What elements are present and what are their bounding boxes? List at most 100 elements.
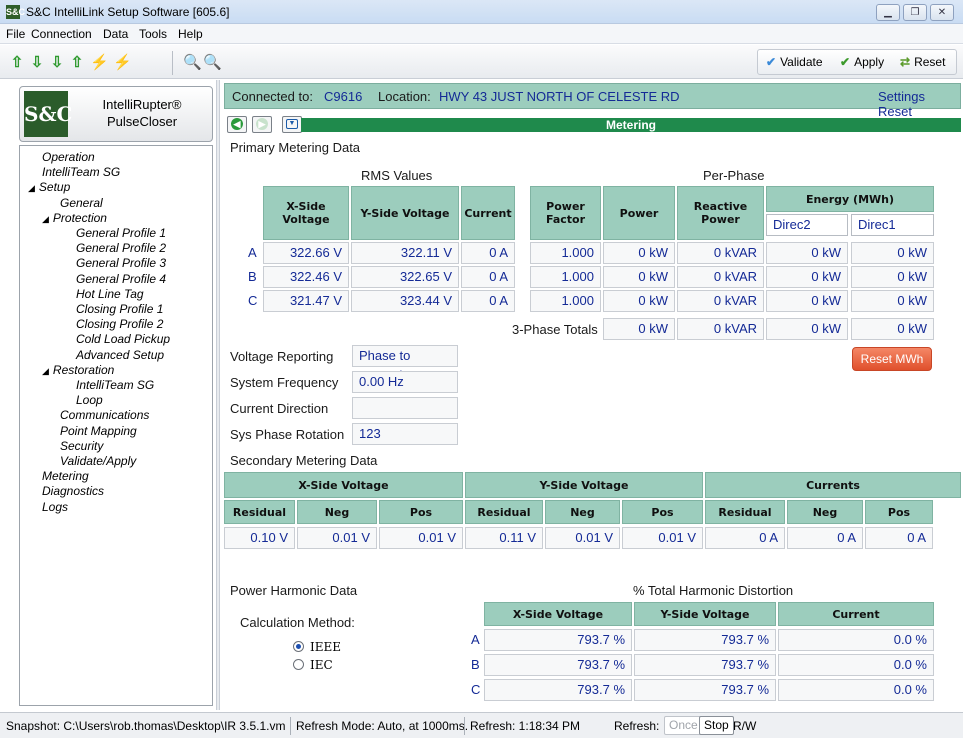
primary-rp-cell: 0 kVAR [677, 266, 764, 288]
title-bar: S&C S&C IntelliLink Setup Software [605.… [0, 0, 963, 24]
upload-settings-icon[interactable]: ⇧ [68, 53, 86, 73]
nav-item-general-profile-4[interactable]: General Profile 4 [76, 272, 166, 287]
nav-item-closing-profile-2[interactable]: Closing Profile 2 [76, 317, 163, 332]
menu-file[interactable]: File [6, 27, 25, 41]
secondary-group-header: X-Side Voltage [224, 472, 463, 498]
calculation-method-label: Calculation Method: [240, 615, 355, 630]
secondary-value-cell: 0.01 V [379, 527, 463, 549]
search-clear-icon[interactable]: 🔍 [203, 53, 222, 73]
disconnect-icon[interactable]: ⚡ [113, 53, 132, 73]
ieee-label: IEEE [310, 640, 342, 654]
primary-pw-cell: 0 kW [603, 290, 675, 312]
validate-button[interactable]: ✔ Validate [766, 55, 823, 69]
secondary-value-cell: 0.11 V [465, 527, 543, 549]
primary-xv-cell: 321.47 V [263, 290, 349, 312]
page-title: Metering [301, 118, 961, 132]
back-button[interactable]: ◀ [227, 116, 247, 133]
reset-button[interactable]: ⇄ Reset [900, 55, 945, 69]
nav-item-intelliteam-sg[interactable]: IntelliTeam SG [76, 378, 154, 393]
status-separator [290, 717, 291, 735]
nav-item-label: Hot Line Tag [76, 286, 144, 301]
nav-item-diagnostics[interactable]: Diagnostics [42, 484, 104, 499]
nav-item-setup[interactable]: ◢ Setup [28, 180, 70, 196]
forward-arrow-icon: ▶ [256, 118, 268, 130]
nav-item-label: General [60, 195, 103, 210]
nav-item-label: General Profile 4 [76, 271, 167, 286]
nav-item-label: General Profile 2 [76, 241, 167, 256]
restore-button[interactable]: ❐ [903, 4, 927, 21]
primary-pf-cell: 1.000 [530, 242, 601, 264]
forward-button[interactable]: ▶ [252, 116, 272, 133]
status-snapshot: Snapshot: C:\Users\rob.thomas\Desktop\IR… [6, 719, 286, 733]
harmonic-phase-label: A [471, 632, 480, 647]
nav-item-general-profile-2[interactable]: General Profile 2 [76, 241, 166, 256]
connection-bar: Connected to: C9616 Location: HWY 43 JUS… [224, 83, 961, 119]
nav-item-metering[interactable]: Metering [42, 469, 89, 484]
panel-splitter[interactable] [216, 80, 220, 710]
menu-tools[interactable]: Tools [139, 27, 167, 41]
iec-radio[interactable] [293, 659, 304, 670]
nav-item-advanced-setup[interactable]: Advanced Setup [76, 348, 164, 363]
close-button[interactable]: ✕ [930, 4, 954, 21]
ieee-radio[interactable] [293, 641, 304, 652]
nav-item-hot-line-tag[interactable]: Hot Line Tag [76, 287, 144, 302]
nav-item-cold-load-pickup[interactable]: Cold Load Pickup [76, 332, 170, 347]
status-separator [464, 717, 465, 735]
header-reactive-power: Reactive Power [677, 186, 764, 240]
product-name: IntelliRupter® [102, 97, 182, 112]
refresh-stop-button[interactable]: Stop [699, 716, 734, 735]
connected-value: C9616 [324, 89, 363, 104]
action-buttons-group: ✔ Validate ✔ Apply ⇄ Reset [757, 49, 957, 75]
nav-item-loop[interactable]: Loop [76, 393, 103, 408]
reset-mwh-button[interactable]: Reset MWh [852, 347, 932, 371]
nav-item-label: Diagnostics [42, 484, 105, 499]
nav-item-protection[interactable]: ◢ Protection [42, 211, 107, 227]
per-phase-title: Per-Phase [703, 168, 765, 183]
nav-item-closing-profile-1[interactable]: Closing Profile 1 [76, 302, 163, 317]
thd-header-current: Current [778, 602, 934, 626]
nav-item-general[interactable]: General [60, 196, 103, 211]
status-refresh-mode: Refresh Mode: Auto, at 1000ms. [296, 719, 469, 733]
harmonic-xv-cell: 793.7 % [484, 629, 632, 651]
settings-reset-link[interactable]: Settings Reset [878, 89, 960, 119]
nav-item-security[interactable]: Security [60, 439, 103, 454]
download-settings-icon[interactable]: ⇩ [48, 53, 66, 73]
secondary-sub-header: Pos [379, 500, 463, 524]
nav-item-general-profile-1[interactable]: General Profile 1 [76, 226, 166, 241]
toolbar-separator [172, 51, 173, 75]
connect-icon[interactable]: ⚡ [90, 53, 109, 73]
minimize-button[interactable]: ▁ [876, 4, 900, 21]
menu-data[interactable]: Data [103, 27, 128, 41]
nav-item-operation[interactable]: Operation [42, 150, 95, 165]
primary-metering-title: Primary Metering Data [230, 140, 361, 155]
primary-e1-cell: 0 kW [851, 242, 934, 264]
menu-connection[interactable]: Connection [31, 27, 92, 41]
sc-logo: S&C [24, 91, 72, 137]
dropdown-button[interactable]: ▼ [282, 116, 302, 133]
nav-item-restoration[interactable]: ◢ Restoration [42, 363, 114, 379]
nav-item-point-mapping[interactable]: Point Mapping [60, 424, 137, 439]
nav-item-label: Setup [38, 180, 71, 195]
harmonic-cur-cell: 0.0 % [778, 654, 934, 676]
expand-arrow-icon: ◢ [28, 183, 35, 194]
sys-phase-rotation-value: 123 [352, 423, 458, 445]
menu-help[interactable]: Help [178, 27, 203, 41]
secondary-value-cell: 0 A [787, 527, 863, 549]
expand-arrow-icon: ◢ [42, 213, 49, 224]
nav-item-intelliteam-sg[interactable]: IntelliTeam SG [42, 165, 120, 180]
secondary-group-header: Currents [705, 472, 961, 498]
status-rw: R/W [733, 719, 757, 733]
search-icon[interactable]: 🔍 [183, 53, 202, 73]
nav-item-logs[interactable]: Logs [42, 500, 68, 515]
apply-button[interactable]: ✔ Apply [840, 55, 884, 69]
navigation-tree: Operation IntelliTeam SG ◢ Setup General ◢ Pro… [19, 145, 213, 706]
secondary-value-cell: 0 A [705, 527, 785, 549]
thd-title: % Total Harmonic Distortion [633, 583, 794, 598]
upload-icon[interactable]: ⇧ [8, 53, 26, 73]
download-icon[interactable]: ⇩ [28, 53, 46, 73]
nav-item-general-profile-3[interactable]: General Profile 3 [76, 256, 166, 271]
nav-item-validate-apply[interactable]: Validate/Apply [60, 454, 136, 469]
refresh-once-button[interactable]: Once [664, 716, 703, 735]
location-value: HWY 43 JUST NORTH OF CELESTE RD [439, 89, 680, 104]
nav-item-communications[interactable]: Communications [60, 408, 149, 423]
